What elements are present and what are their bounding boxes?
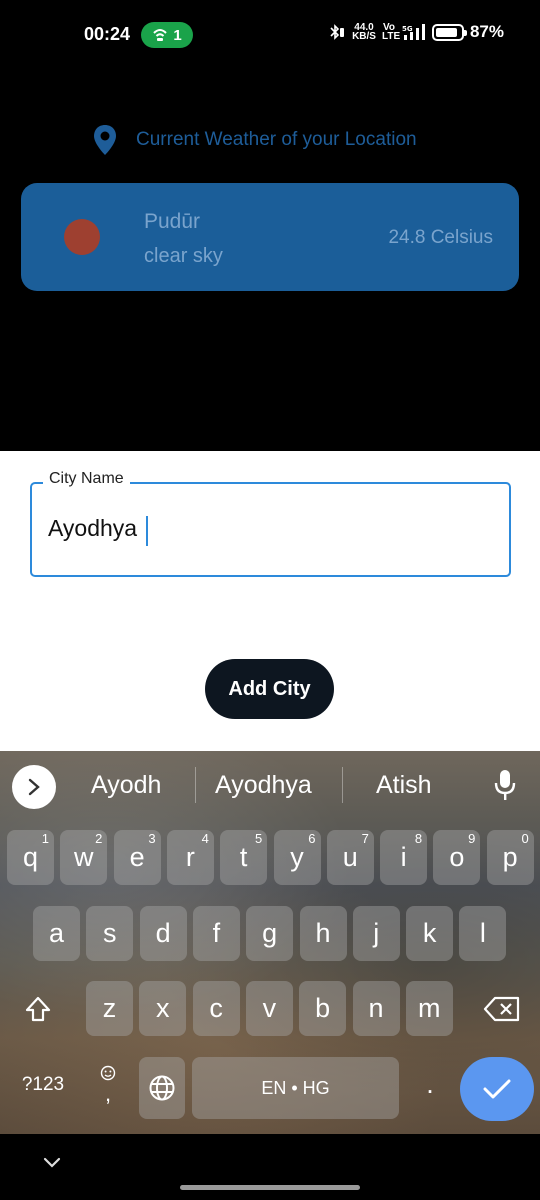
key-e[interactable]: e3 bbox=[113, 830, 161, 885]
suggestion-divider bbox=[342, 767, 343, 803]
keyboard: Ayodh Ayodhya Atish q1w2e3r4t5y6u7i8o9p0… bbox=[0, 751, 540, 1134]
hotspot-indicator: 1 bbox=[141, 22, 193, 48]
hotspot-count: 1 bbox=[173, 26, 182, 44]
chevron-down-icon[interactable] bbox=[40, 1154, 64, 1170]
key-g[interactable]: g bbox=[246, 906, 294, 961]
status-icons: 44.0 KB/S Vo LTE 5G 87% bbox=[328, 22, 504, 42]
key-u[interactable]: u7 bbox=[326, 830, 374, 885]
location-title: Current Weather of your Location bbox=[136, 129, 417, 150]
key-m[interactable]: m bbox=[405, 981, 453, 1036]
space-key[interactable]: EN • HG bbox=[192, 1057, 399, 1119]
volte-label: Vo LTE bbox=[381, 22, 401, 42]
key-w[interactable]: w2 bbox=[60, 830, 108, 885]
clock: 00:24 bbox=[84, 24, 131, 44]
key-z[interactable]: z bbox=[86, 981, 133, 1036]
net-speed: 44.0 KB/S bbox=[352, 22, 376, 42]
battery-percent: 87% bbox=[469, 22, 504, 41]
key-x[interactable]: x bbox=[139, 981, 187, 1036]
backspace-key[interactable] bbox=[472, 981, 532, 1036]
key-s[interactable]: s bbox=[86, 906, 134, 961]
weather-condition: clear sky bbox=[144, 245, 223, 267]
symbols-key[interactable]: ?123 bbox=[8, 1057, 78, 1112]
key-p[interactable]: p0 bbox=[486, 830, 534, 885]
weather-temperature: 24.8 Celsius bbox=[388, 227, 493, 248]
key-n[interactable]: n bbox=[352, 981, 400, 1036]
add-city-sheet: City Name Add City bbox=[0, 451, 540, 751]
key-j[interactable]: j bbox=[352, 906, 400, 961]
emoji-icon bbox=[100, 1065, 116, 1081]
key-i[interactable]: i8 bbox=[380, 830, 428, 885]
globe-icon bbox=[149, 1075, 175, 1101]
enter-key[interactable] bbox=[460, 1057, 534, 1121]
add-city-button[interactable]: Add City bbox=[205, 659, 334, 719]
svg-text:5G: 5G bbox=[402, 25, 413, 33]
comma-key[interactable]: , bbox=[82, 1057, 134, 1112]
key-b[interactable]: b bbox=[299, 981, 347, 1036]
key-d[interactable]: d bbox=[139, 906, 187, 961]
shift-key[interactable] bbox=[8, 981, 68, 1036]
checkmark-icon bbox=[483, 1079, 511, 1099]
period-key[interactable]: . bbox=[405, 1057, 455, 1112]
toolbar-expand-button[interactable] bbox=[12, 765, 56, 809]
location-header: Current Weather of your Location bbox=[92, 124, 417, 156]
backspace-icon bbox=[483, 996, 520, 1021]
key-t[interactable]: t5 bbox=[220, 830, 268, 885]
city-name-label: City Name bbox=[43, 470, 130, 488]
microphone-icon[interactable] bbox=[494, 768, 516, 802]
city-name-field[interactable]: City Name bbox=[30, 470, 511, 577]
key-a[interactable]: a bbox=[33, 906, 80, 961]
key-o[interactable]: o9 bbox=[433, 830, 481, 885]
suggestion-strip: Ayodh Ayodhya Atish bbox=[0, 751, 540, 821]
navigation-bar bbox=[0, 1134, 540, 1200]
key-h[interactable]: h bbox=[299, 906, 347, 961]
key-v[interactable]: v bbox=[245, 981, 293, 1036]
weather-condition-icon bbox=[64, 219, 100, 255]
battery-icon bbox=[431, 23, 467, 41]
hotspot-icon bbox=[153, 29, 168, 41]
key-k[interactable]: k bbox=[406, 906, 454, 961]
suggestion-3[interactable]: Atish bbox=[376, 771, 432, 800]
language-key[interactable] bbox=[139, 1057, 185, 1119]
suggestion-1[interactable]: Ayodh bbox=[91, 771, 161, 800]
city-name-input[interactable] bbox=[48, 515, 488, 542]
key-q[interactable]: q1 bbox=[7, 830, 54, 885]
suggestion-2[interactable]: Ayodhya bbox=[215, 771, 312, 800]
weather-city-name: Pudūr bbox=[144, 210, 201, 233]
bluetooth-vibrate-icon bbox=[330, 24, 345, 40]
gesture-handle[interactable] bbox=[180, 1185, 360, 1190]
key-l[interactable]: l bbox=[459, 906, 507, 961]
shift-icon bbox=[25, 996, 51, 1021]
suggestion-divider bbox=[195, 767, 196, 803]
key-r[interactable]: r4 bbox=[166, 830, 214, 885]
key-c[interactable]: c bbox=[192, 981, 240, 1036]
location-pin-icon bbox=[94, 125, 116, 155]
weather-card[interactable]: Pudūr clear sky 24.8 Celsius bbox=[21, 183, 519, 291]
signal-5g-icon: 5G bbox=[402, 24, 425, 40]
key-f[interactable]: f bbox=[192, 906, 240, 961]
status-bar: 00:24 1 44.0 KB/S Vo LTE 5G 87% bbox=[0, 0, 540, 70]
key-y[interactable]: y6 bbox=[273, 830, 321, 885]
text-cursor bbox=[146, 516, 148, 546]
chevron-right-icon bbox=[28, 778, 40, 796]
